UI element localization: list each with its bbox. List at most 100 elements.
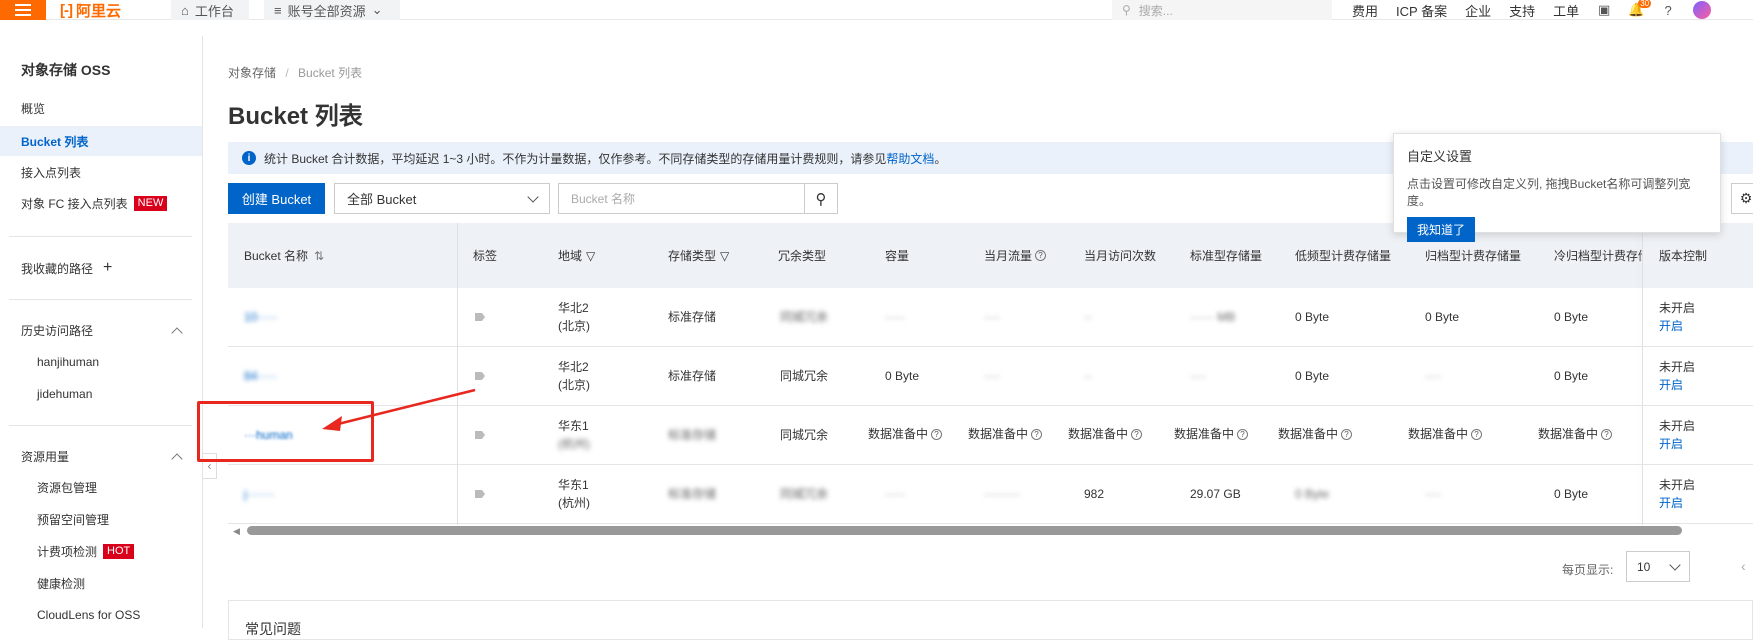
sort-icon[interactable]: ⇅	[314, 249, 324, 263]
global-search-input[interactable]: ⚲ 搜索...	[1112, 0, 1332, 20]
redundancy-cell: 同城冗余	[780, 465, 828, 523]
sidebar-item-overview[interactable]: 概览	[21, 98, 45, 118]
sidebar-item-label: 接入点列表	[21, 165, 82, 180]
gear-icon[interactable]: ⚙	[1731, 183, 1753, 214]
redundancy-value: 同城冗余	[780, 487, 829, 501]
plus-icon[interactable]: +	[103, 259, 112, 277]
th-storage-type: 存储类型 ▽	[668, 223, 729, 288]
sidebar-item-favorites[interactable]: 我收藏的路径 +	[21, 258, 112, 278]
tag-cell[interactable]	[475, 465, 485, 523]
help-icon[interactable]: ?	[1031, 429, 1043, 441]
bucket-filter-select[interactable]: 全部 Bucket	[334, 183, 550, 214]
avatar[interactable]	[1693, 1, 1712, 19]
tag-icon[interactable]	[475, 313, 485, 321]
th-redundancy: 冗余类型	[778, 223, 826, 288]
bell-icon[interactable]: 🔔 30	[1628, 0, 1652, 17]
bucket-name-link[interactable]: 10·····	[244, 308, 277, 326]
sidebar-item-access-points[interactable]: 接入点列表	[21, 162, 81, 182]
create-bucket-button[interactable]: 创建 Bucket	[228, 183, 325, 214]
capacity-value: ·····	[885, 310, 905, 324]
th-bucket-name[interactable]: Bucket 名称 ⇅	[244, 223, 324, 288]
prev-page-icon[interactable]: ‹	[1741, 558, 1746, 574]
sidebar: 对象存储 OSS 概览 Bucket 列表 接入点列表 对象 FC 接入点列表 N…	[0, 36, 203, 628]
enable-versioning-link[interactable]: 开启	[1659, 376, 1695, 394]
storage-type-value: 标准存储	[668, 487, 717, 501]
enable-versioning-link[interactable]: 开启	[1659, 317, 1695, 335]
help-icon[interactable]: ?	[1131, 429, 1143, 441]
help-doc-link[interactable]: 帮助文档	[886, 152, 934, 166]
breadcrumb-oss[interactable]: 对象存储	[228, 66, 276, 80]
history-item-jidehuman[interactable]: jidehuman	[37, 384, 92, 404]
breadcrumb: 对象存储 / Bucket 列表	[228, 64, 362, 81]
top-link-ticket[interactable]: 工单	[1553, 1, 1579, 20]
top-link-enterprise[interactable]: 企业	[1465, 1, 1491, 20]
tag-cell[interactable]	[475, 347, 485, 405]
archive-storage-value: ····	[1425, 369, 1441, 383]
help-icon[interactable]: ?	[1661, 3, 1675, 18]
breadcrumb-separator: /	[285, 66, 289, 80]
usage-group-header[interactable]: 资源用量	[21, 448, 183, 465]
help-icon[interactable]: ?	[1237, 429, 1249, 441]
traffic-value: 数据准备中	[968, 427, 1029, 441]
capacity-value: 0 Byte	[885, 369, 920, 383]
help-icon[interactable]: ?	[1601, 429, 1613, 441]
page-size-select[interactable]: 10	[1626, 551, 1690, 582]
bucket-search-input[interactable]: Bucket 名称 ⚲	[558, 183, 838, 214]
horizontal-scrollbar[interactable]	[247, 526, 1682, 535]
page-size-label: 每页显示:	[1562, 563, 1614, 577]
usage-group-label: 资源用量	[21, 450, 70, 464]
cold-archive-cell: 0 Byte	[1554, 465, 1588, 523]
aliyun-logo[interactable]: [-] 阿里云	[60, 0, 121, 20]
traffic-cell: 数据准备中?	[968, 406, 1043, 464]
bucket-name-cell[interactable]: j·······	[244, 465, 275, 523]
workbench-button[interactable]: ⌂ 工作台	[171, 0, 249, 20]
help-icon[interactable]: ?	[1341, 429, 1353, 441]
header-label: 标准型存储量	[1190, 249, 1263, 263]
account-resources-dropdown[interactable]: ≡ 账号全部资源 ⌄	[264, 0, 400, 20]
search-icon[interactable]: ⚲	[804, 184, 837, 213]
sidebar-item-label: 健康检测	[37, 576, 86, 591]
global-search-placeholder: 搜索...	[1138, 3, 1173, 18]
tag-cell[interactable]	[475, 406, 485, 464]
tag-cell[interactable]	[475, 288, 485, 346]
info-tail: 。	[934, 151, 947, 166]
filter-icon[interactable]: ▽	[586, 249, 595, 263]
bucket-name-cell[interactable]: 10·····	[244, 288, 277, 346]
region-cell: 华东1 (杭州)	[558, 465, 590, 523]
tag-icon[interactable]	[475, 431, 485, 439]
bucket-name-link[interactable]: j·······	[244, 485, 275, 503]
tag-icon[interactable]	[475, 372, 485, 380]
hamburger-menu-icon[interactable]	[0, 0, 46, 20]
standard-storage-cell: ······ MB	[1190, 288, 1235, 346]
scroll-left-icon[interactable]: ◀	[233, 526, 240, 537]
cold-archive-cell: 0 Byte	[1554, 288, 1588, 346]
terminal-icon[interactable]: ▣	[1597, 2, 1611, 17]
top-link-billing[interactable]: 费用	[1352, 1, 1378, 20]
usage-item-reserved-space[interactable]: 预留空间管理	[37, 509, 109, 529]
filter-icon[interactable]: ▽	[720, 249, 729, 263]
help-icon[interactable]: ?	[1035, 250, 1047, 261]
sidebar-item-bucket-list[interactable]: Bucket 列表	[0, 126, 202, 156]
usage-item-billing-check[interactable]: 计费项检测 HOT	[37, 541, 135, 561]
help-icon[interactable]: ?	[1471, 429, 1483, 441]
usage-item-cloudlens[interactable]: CloudLens for OSS	[37, 605, 140, 625]
help-icon[interactable]: ?	[931, 429, 943, 441]
top-link-icp[interactable]: ICP 备案	[1396, 1, 1447, 20]
tag-icon[interactable]	[475, 490, 485, 498]
usage-item-resource-packages[interactable]: 资源包管理	[37, 477, 97, 497]
region-city: (杭州)	[558, 496, 590, 510]
archive-storage-value: 数据准备中	[1408, 427, 1469, 441]
usage-item-health-check[interactable]: 健康检测	[37, 573, 85, 593]
got-it-button[interactable]: 我知道了	[1407, 217, 1476, 242]
top-link-support[interactable]: 支持	[1509, 1, 1535, 20]
history-group-header[interactable]: 历史访问路径	[21, 322, 183, 339]
sidebar-item-label: 我收藏的路径	[21, 261, 94, 276]
bucket-name-link[interactable]: 84·····	[244, 367, 277, 385]
versioning-cell: 未开启 开启	[1659, 465, 1695, 523]
enable-versioning-link[interactable]: 开启	[1659, 494, 1695, 512]
enable-versioning-link[interactable]: 开启	[1659, 435, 1695, 453]
history-item-hanjihuman[interactable]: hanjihuman	[37, 352, 99, 372]
th-region: 地域 ▽	[558, 223, 595, 288]
bucket-name-cell[interactable]: 84·····	[244, 347, 277, 405]
sidebar-item-fc-access-points[interactable]: 对象 FC 接入点列表 NEW	[21, 193, 168, 213]
